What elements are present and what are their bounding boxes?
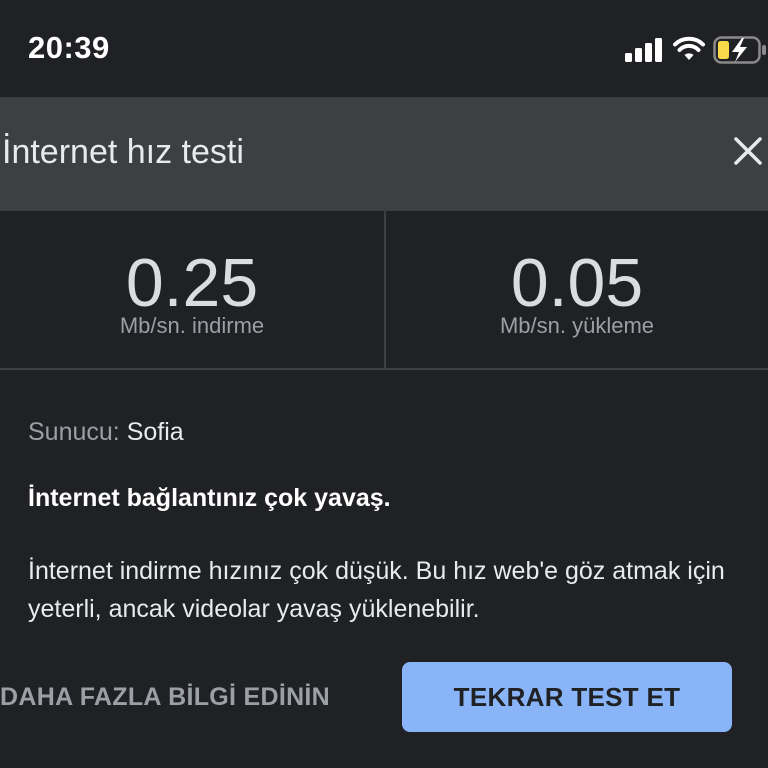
connection-status-title: İnternet bağlantınız çok yavaş. — [28, 484, 391, 512]
learn-more-link[interactable]: DAHA FAZLA BİLGİ EDİNİN — [0, 683, 330, 712]
close-button[interactable] — [726, 129, 768, 173]
battery-charging-icon — [713, 36, 766, 64]
download-speed-value: 0.25 — [125, 245, 259, 321]
upload-result: 0.05 Mb/sn. yükleme — [386, 211, 768, 369]
cellular-signal-icon — [625, 38, 662, 62]
retest-button[interactable]: TEKRAR TEST ET — [402, 662, 732, 732]
server-info: Sunucu: Sofia — [28, 418, 184, 447]
server-label: Sunucu: — [28, 418, 120, 446]
download-result: 0.25 Mb/sn. indirme — [0, 211, 384, 369]
connection-status-description: İnternet indirme hızınız çok düşük. Bu h… — [28, 557, 725, 623]
download-speed-label: Mb/sn. indirme — [119, 313, 265, 338]
status-time: 20:39 — [28, 30, 110, 65]
status-bar: 20:39 — [0, 0, 768, 97]
dialog-header: İnternet hız testi — [0, 97, 768, 211]
dialog-title: İnternet hız testi — [2, 133, 244, 171]
results-bottom-divider — [0, 368, 768, 370]
server-name: Sofia — [126, 418, 184, 446]
wifi-icon — [673, 36, 705, 60]
upload-speed-value: 0.05 — [510, 245, 644, 321]
upload-speed-label: Mb/sn. yükleme — [499, 313, 655, 338]
close-icon — [734, 137, 762, 165]
